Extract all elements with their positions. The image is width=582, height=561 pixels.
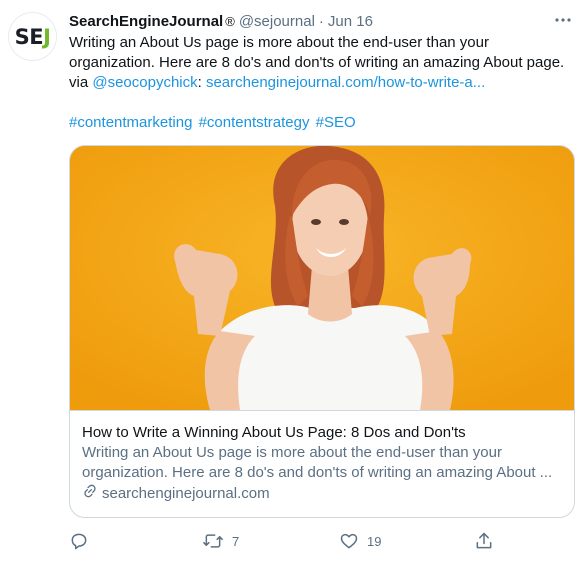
tweet-text-line-1: Writing an About Us page is more about t… — [69, 34, 489, 51]
registered-mark: ® — [225, 13, 235, 29]
reply-button[interactable] — [69, 528, 89, 554]
woman-pointing-image — [70, 146, 574, 410]
more-options-icon[interactable] — [553, 10, 573, 30]
card-description-line-2: organization. Here are 8 do's and don'ts… — [82, 464, 553, 481]
card-description-line-1: Writing an About Us page is more about t… — [82, 444, 502, 461]
reply-icon — [69, 531, 89, 551]
retweet-icon — [202, 531, 224, 551]
card-description: Writing an About Us page is more about t… — [82, 443, 564, 483]
link-icon — [82, 483, 98, 505]
retweet-button[interactable]: 7 — [202, 528, 239, 554]
tweet-header: SearchEngineJournal ® @sejournal · Jun 1… — [69, 11, 373, 31]
tweet-text: Writing an About Us page is more about t… — [69, 33, 569, 93]
avatar-letter-e: E — [29, 24, 44, 49]
avatar-letter-j: J — [43, 24, 51, 49]
card-body[interactable]: How to Write a Winning About Us Page: 8 … — [70, 410, 574, 517]
hashtag-contentstrategy[interactable]: #contentstrategy — [199, 114, 310, 131]
retweet-count: 7 — [232, 533, 240, 549]
avatar[interactable]: S E J — [8, 12, 57, 61]
hashtag-seo[interactable]: #SEO — [316, 114, 356, 131]
tweet-date[interactable]: Jun 16 — [328, 13, 373, 30]
via-text: via — [69, 74, 93, 91]
mention-link[interactable]: @seocopychick — [92, 74, 197, 91]
like-count: 19 — [367, 533, 382, 549]
tweet-actions: 7 19 — [69, 528, 499, 554]
hashtag-contentmarketing[interactable]: #contentmarketing — [69, 114, 192, 131]
user-handle[interactable]: @sejournal — [239, 13, 315, 30]
article-url-link[interactable]: searchenginejournal.com/how-to-write-a..… — [202, 74, 485, 91]
like-button[interactable]: 19 — [339, 528, 381, 554]
separator-dot: · — [318, 12, 324, 30]
link-card[interactable]: How to Write a Winning About Us Page: 8 … — [69, 145, 575, 518]
card-title: How to Write a Winning About Us Page: 8 … — [82, 424, 466, 441]
card-domain-text: searchenginejournal.com — [102, 485, 270, 502]
card-image[interactable] — [70, 146, 574, 410]
share-icon — [474, 531, 494, 551]
tweet-text-line-2: organization. Here are 8 do's and don'ts… — [69, 54, 565, 71]
share-button[interactable] — [474, 528, 494, 554]
avatar-letter-s: S — [14, 24, 30, 49]
display-name[interactable]: SearchEngineJournal — [69, 13, 223, 30]
card-domain: searchenginejournal.com — [82, 483, 564, 505]
heart-icon — [339, 531, 359, 551]
hashtags: #contentmarketing #contentstrategy #SEO — [69, 113, 358, 133]
tweet-text-line-3: via @seocopychick: searchenginejournal.c… — [69, 73, 569, 93]
